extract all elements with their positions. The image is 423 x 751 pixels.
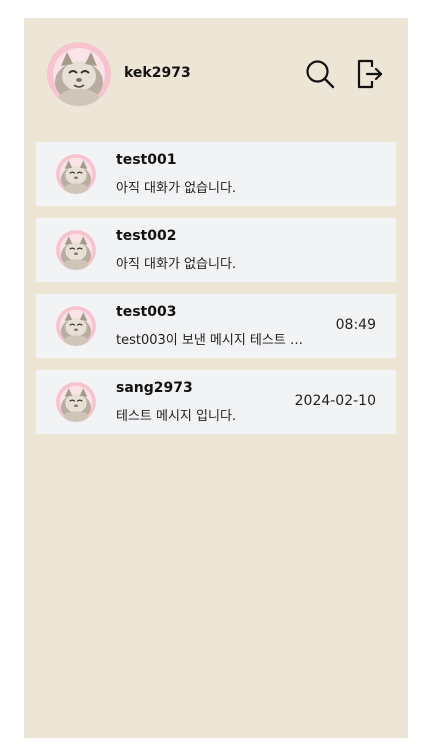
chat-avatar [56, 154, 96, 194]
logout-button[interactable] [352, 56, 388, 92]
current-username: kek2973 [124, 65, 191, 81]
chat-timestamp: 2024-02-10 [294, 393, 376, 409]
chat-timestamp: 08:49 [335, 317, 376, 333]
chat-last-message: 아직 대화가 없습니다. [116, 257, 237, 272]
chat-list-item[interactable]: test003 test003이 보낸 메시지 테스트 입니다. 08:49 [36, 294, 396, 358]
chat-last-message: 테스트 메시지 입니다. [116, 409, 237, 424]
cat-avatar-icon [47, 42, 111, 106]
chat-last-message: 아직 대화가 없습니다. [116, 181, 237, 196]
chat-list-item[interactable]: test001 아직 대화가 없습니다. [36, 142, 396, 206]
chat-name: test001 [116, 152, 177, 168]
chat-avatar [56, 306, 96, 346]
cat-avatar-icon [56, 230, 96, 270]
cat-avatar-icon [56, 154, 96, 194]
search-icon [306, 60, 335, 89]
chat-last-message: test003이 보낸 메시지 테스트 입니다. [116, 333, 310, 348]
header: kek2973 [24, 18, 408, 130]
cat-avatar-icon [56, 382, 96, 422]
profile-avatar[interactable] [47, 42, 111, 106]
chat-avatar [56, 230, 96, 270]
cat-avatar-icon [56, 306, 96, 346]
chat-avatar [56, 382, 96, 422]
chat-name: sang2973 [116, 380, 193, 396]
search-button[interactable] [302, 56, 338, 92]
chat-list-item[interactable]: test002 아직 대화가 없습니다. [36, 218, 396, 282]
chat-list-item[interactable]: sang2973 테스트 메시지 입니다. 2024-02-10 [36, 370, 396, 434]
chat-name: test003 [116, 304, 177, 320]
chat-name: test002 [116, 228, 177, 244]
chat-list: test001 아직 대화가 없습니다. test002 아직 대화가 없습니다… [36, 142, 396, 446]
logout-icon [357, 59, 383, 89]
chat-list-screen: kek2973 test001 아직 대화가 없습니다. test002 아직 … [24, 18, 408, 738]
